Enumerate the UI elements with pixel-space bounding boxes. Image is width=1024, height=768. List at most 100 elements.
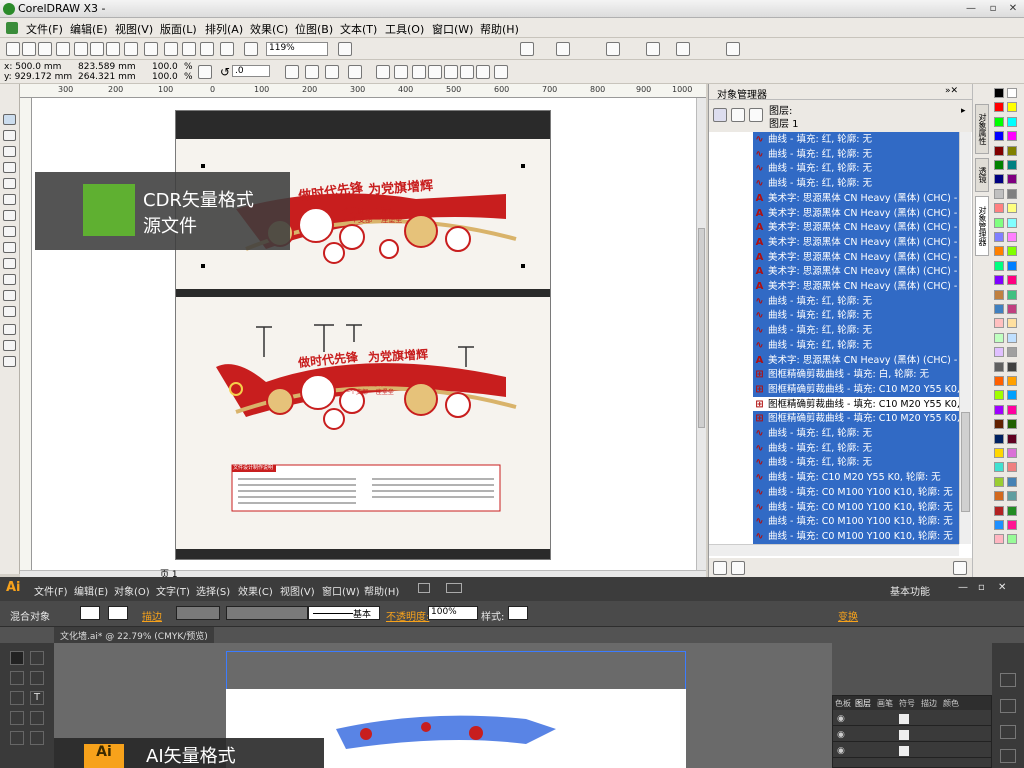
shape-tool-icon[interactable] xyxy=(3,130,16,141)
new-icon[interactable] xyxy=(6,42,20,56)
color-swatch[interactable] xyxy=(994,520,1004,530)
break-apart-icon[interactable] xyxy=(394,65,408,79)
graphic-style-swatch[interactable] xyxy=(508,606,528,620)
workspace-switcher[interactable]: 基本功能 xyxy=(890,583,930,598)
interactive-blend-icon[interactable] xyxy=(3,290,16,301)
group-icon[interactable] xyxy=(305,65,319,79)
y-position[interactable]: y: 929.172 mm xyxy=(4,72,72,82)
undo-icon[interactable] xyxy=(124,42,138,56)
print-icon[interactable] xyxy=(56,42,70,56)
color-swatch[interactable] xyxy=(1007,318,1017,329)
horizontal-scrollbar[interactable]: 页 1 xyxy=(20,570,706,577)
edit-across-layers-icon[interactable] xyxy=(731,108,745,122)
layers-panel-icon[interactable] xyxy=(1000,725,1016,739)
menu-bitmap[interactable]: 位图(B) xyxy=(295,21,333,37)
object-list-scrollbar[interactable] xyxy=(959,132,971,544)
layer-row[interactable]: ◉ xyxy=(833,712,991,726)
menu-layout[interactable]: 版面(L) xyxy=(160,21,197,37)
scroll-thumb[interactable] xyxy=(698,228,705,428)
object-row[interactable]: ∿ 曲线 - 填充: 红, 轮廓: 无 xyxy=(753,176,959,192)
color-swatch[interactable] xyxy=(1007,534,1017,545)
delete-icon[interactable] xyxy=(953,561,967,575)
cut-icon[interactable] xyxy=(74,42,88,56)
ai-menu-type[interactable]: 文字(T) xyxy=(156,583,190,598)
visibility-eye-icon[interactable]: ◉ xyxy=(837,730,845,740)
object-row[interactable]: ∿ 曲线 - 填充: 红, 轮廓: 无 xyxy=(753,337,959,353)
color-swatch[interactable] xyxy=(994,534,1004,545)
fill-swatch[interactable] xyxy=(80,606,100,620)
ellipse-tool-icon[interactable] xyxy=(3,226,16,237)
page-tab[interactable]: 页 1 xyxy=(160,567,178,577)
color-swatch[interactable] xyxy=(994,275,1004,286)
menu-text[interactable]: 文本(T) xyxy=(340,21,377,37)
color-swatch[interactable] xyxy=(994,246,1004,257)
tab-object-manager[interactable]: 对象管理器 xyxy=(975,196,989,256)
color-swatch[interactable] xyxy=(1007,304,1017,314)
color-swatch[interactable] xyxy=(994,145,1004,156)
color-swatch[interactable] xyxy=(1007,246,1017,257)
transform-label[interactable]: 变换 xyxy=(838,608,858,623)
color-swatch[interactable] xyxy=(1007,131,1017,142)
pick-tool-icon[interactable] xyxy=(3,114,16,125)
new-master-layer-icon[interactable] xyxy=(731,561,745,575)
tab-color[interactable]: 颜色 xyxy=(943,698,959,709)
object-row[interactable]: ∿ 曲线 - 填充: C0 M100 Y100 K10, 轮廓: 无 xyxy=(753,499,959,515)
back-minus-front-icon[interactable] xyxy=(494,65,508,79)
color-swatch[interactable] xyxy=(994,116,1004,127)
color-swatch[interactable] xyxy=(994,505,1004,516)
color-swatch[interactable] xyxy=(1007,102,1017,113)
zoom-select[interactable]: 119% xyxy=(266,42,328,56)
color-swatch[interactable] xyxy=(994,217,1004,228)
simplify-icon[interactable] xyxy=(460,65,474,79)
menu-arrange[interactable]: 排列(A) xyxy=(205,21,243,37)
fill-tool-icon[interactable] xyxy=(3,340,16,351)
ai-menu-effect[interactable]: 效果(C) xyxy=(238,583,273,598)
color-swatch[interactable] xyxy=(1007,289,1017,300)
object-row[interactable]: ∿ 曲线 - 填充: 红, 轮廓: 无 xyxy=(753,293,959,309)
document-tab[interactable]: 文化墙.ai* @ 22.79% (CMYK/预览) xyxy=(54,627,214,643)
color-swatch[interactable] xyxy=(994,160,1004,170)
save-icon[interactable] xyxy=(38,42,52,56)
object-row[interactable]: A 美术字: 思源黑体 CN Heavy (黑体) (CHC) - 填 xyxy=(753,352,959,368)
color-swatch[interactable] xyxy=(994,203,1004,214)
color-swatch[interactable] xyxy=(1007,260,1017,271)
crop-tool-icon[interactable] xyxy=(3,146,16,157)
brush-select[interactable]: 基本 xyxy=(308,606,380,620)
object-row[interactable]: ∿ 曲线 - 填充: 红, 轮廓: 无 xyxy=(753,308,959,324)
ungroup-icon[interactable] xyxy=(325,65,339,79)
paintbrush-tool-icon[interactable] xyxy=(10,731,24,745)
close-button[interactable]: ✕ xyxy=(1002,2,1024,16)
ai-minimize-button[interactable]: — xyxy=(958,582,968,593)
tab-layers[interactable]: 图层 xyxy=(855,698,871,709)
pencil-tool-icon[interactable] xyxy=(30,731,44,745)
color-swatch[interactable] xyxy=(994,491,1004,502)
maximize-button[interactable]: ▫ xyxy=(982,2,1004,16)
opacity-field[interactable]: 100% xyxy=(428,606,478,620)
direct-selection-tool-icon[interactable] xyxy=(30,651,44,665)
vertical-scrollbar[interactable] xyxy=(696,98,706,570)
show-properties-icon[interactable] xyxy=(713,108,727,122)
color-swatch[interactable] xyxy=(1007,116,1017,127)
app-launcher-icon[interactable] xyxy=(200,42,214,56)
color-swatch[interactable] xyxy=(994,131,1004,142)
layer-row[interactable]: ◉ xyxy=(833,728,991,742)
color-swatch[interactable] xyxy=(994,361,1004,372)
outline-tool-icon[interactable] xyxy=(3,324,16,335)
color-swatch[interactable] xyxy=(1007,462,1017,473)
layer-row[interactable]: ◉ xyxy=(833,744,991,758)
color-swatch[interactable] xyxy=(1007,188,1017,199)
snap-icon[interactable] xyxy=(244,42,258,56)
docker-icon[interactable] xyxy=(726,42,740,56)
color-swatch[interactable] xyxy=(994,174,1004,185)
object-row[interactable]: ∿ 曲线 - 填充: 红, 轮廓: 无 xyxy=(753,323,959,339)
weld-icon[interactable] xyxy=(412,65,426,79)
color-swatch[interactable] xyxy=(994,448,1004,458)
object-row[interactable]: ⊞ 图框精确剪裁曲线 - 填充: C10 M20 Y55 K0, 轮 xyxy=(753,411,959,427)
magic-wand-tool-icon[interactable] xyxy=(10,671,24,685)
front-minus-back-icon[interactable] xyxy=(476,65,490,79)
import-icon[interactable] xyxy=(164,42,178,56)
color-swatch[interactable] xyxy=(1007,448,1017,458)
stroke-label[interactable]: 描边 xyxy=(142,608,162,623)
menu-edit[interactable]: 编辑(E) xyxy=(70,21,108,37)
scale-y-value[interactable]: 100.0 xyxy=(152,72,178,82)
